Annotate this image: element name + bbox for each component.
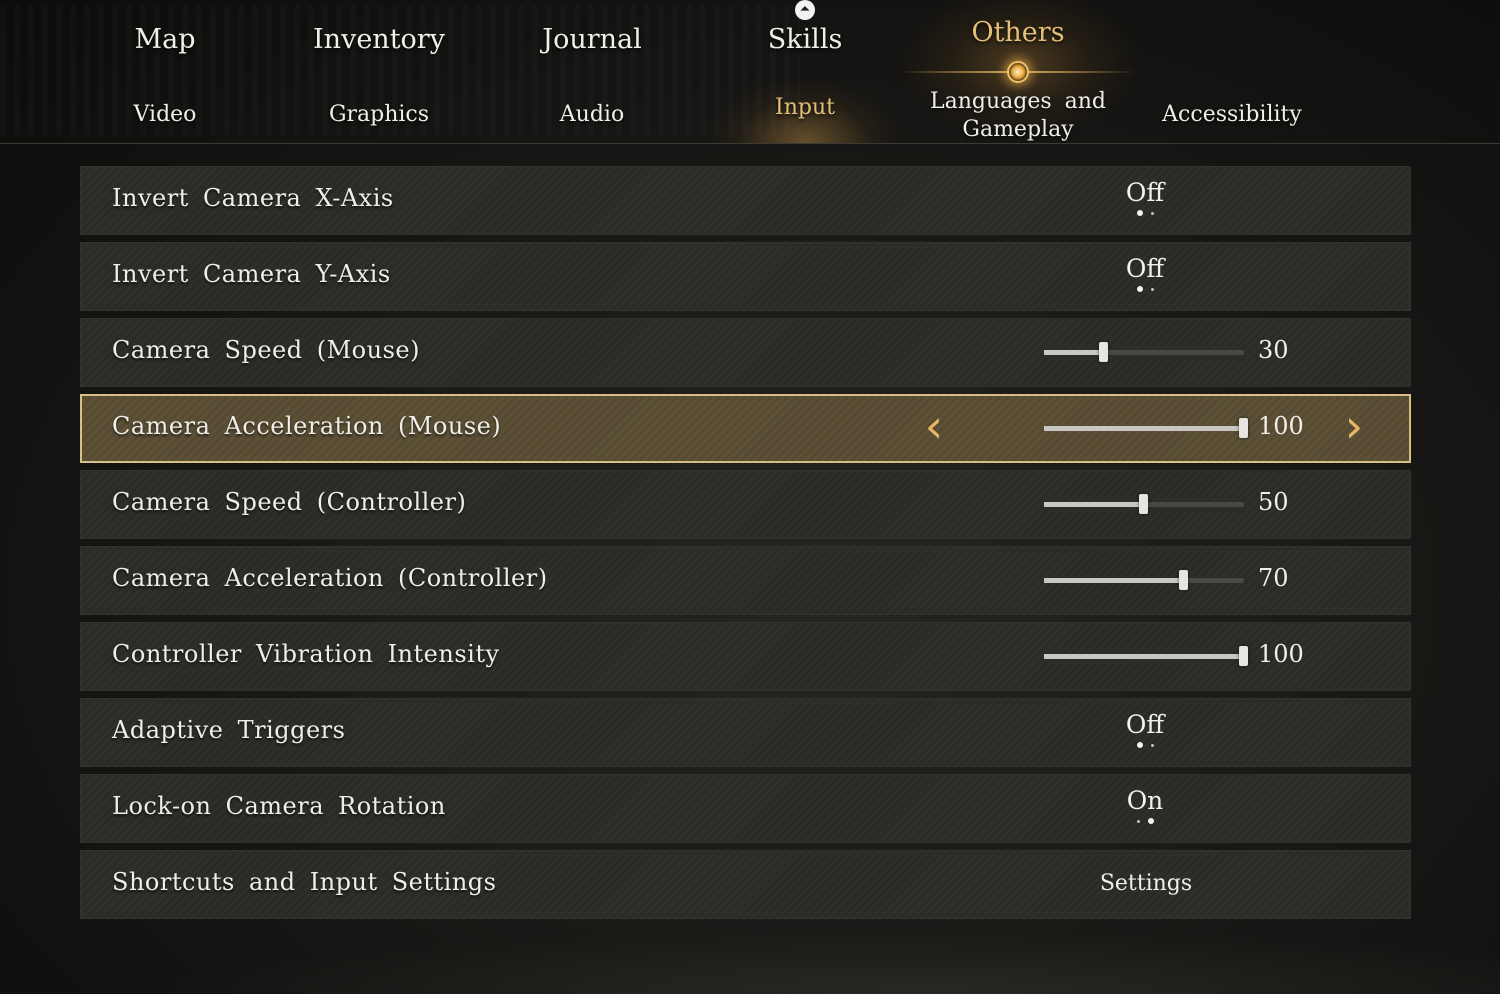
tab-inventory[interactable]: Inventory [279,24,479,55]
subtab-languages-gameplay[interactable]: Languages and Gameplay [918,88,1118,144]
slider-thumb[interactable] [1239,646,1248,666]
slider-fill [1044,654,1244,659]
tab-map[interactable]: Map [65,24,265,55]
setting-row-lockon-rotation[interactable]: Lock-on Camera Rotation On [80,774,1411,843]
subtab-graphics[interactable]: Graphics [279,102,479,127]
slider-camera-accel-controller[interactable] [1044,570,1244,590]
toggle-state-dots [1100,286,1190,296]
setting-label: Camera Acceleration (Mouse) [112,412,502,440]
toggle-lockon-rotation[interactable]: On [1100,786,1190,828]
toggle-value: Off [1125,178,1165,207]
slider-fill [1044,502,1144,507]
setting-row-adaptive-triggers[interactable]: Adaptive Triggers Off [80,698,1411,767]
toggle-value: On [1126,786,1164,815]
chevron-left-icon[interactable]: ‹ [914,403,954,450]
setting-row-invert-x[interactable]: Invert Camera X-Axis Off [80,166,1411,235]
toggle-state-dots [1100,818,1190,828]
setting-label: Adaptive Triggers [112,716,346,744]
slider-camera-speed-mouse[interactable] [1044,342,1244,362]
slider-camera-accel-mouse[interactable] [1044,418,1248,438]
toggle-invert-y[interactable]: Off [1100,254,1190,296]
toggle-adaptive-triggers[interactable]: Off [1100,710,1190,752]
setting-row-camera-accel-mouse[interactable]: Camera Acceleration (Mouse) ‹ 100 › [80,394,1411,463]
toggle-state-dots [1100,210,1190,220]
top-nav: Map Inventory Journal ⏶ Skills Others [0,0,1500,140]
slider-thumb[interactable] [1239,418,1248,438]
slider-value: 30 [1258,336,1289,364]
setting-row-camera-accel-controller[interactable]: Camera Acceleration (Controller) 70 [80,546,1411,615]
slider-thumb[interactable] [1139,494,1148,514]
setting-label: Shortcuts and Input Settings [112,868,497,896]
tab-others[interactable]: Others [918,17,1118,48]
shortcuts-settings-button[interactable]: Settings [1084,871,1208,896]
setting-row-invert-y[interactable]: Invert Camera Y-Axis Off [80,242,1411,311]
setting-label: Camera Speed (Controller) [112,488,467,516]
toggle-value: Off [1125,254,1165,283]
slider-value: 50 [1258,488,1289,516]
subtab-input[interactable]: Input [705,95,905,120]
slider-value: 70 [1258,564,1289,592]
active-tab-indicator-icon [1007,61,1029,83]
setting-label: Invert Camera Y-Axis [112,260,391,288]
slider-value: 100 [1258,412,1304,440]
subtab-video[interactable]: Video [65,102,265,127]
chevron-right-icon[interactable]: › [1334,403,1374,450]
background-scenery [0,920,1500,994]
toggle-state-dots [1100,742,1190,752]
slider-vibration-intensity[interactable] [1044,646,1248,666]
setting-row-shortcuts[interactable]: Shortcuts and Input Settings Settings [80,850,1411,919]
slider-fill [1044,426,1244,431]
skills-notification-icon: ⏶ [795,0,815,20]
slider-thumb[interactable] [1099,342,1108,362]
setting-label: Camera Acceleration (Controller) [112,564,548,592]
setting-row-camera-speed-controller[interactable]: Camera Speed (Controller) 50 [80,470,1411,539]
slider-fill [1044,578,1184,583]
setting-label: Controller Vibration Intensity [112,640,500,668]
tab-skills[interactable]: Skills [705,24,905,55]
subtab-audio[interactable]: Audio [492,102,692,127]
setting-row-camera-speed-mouse[interactable]: Camera Speed (Mouse) 30 [80,318,1411,387]
toggle-value: Off [1125,710,1165,739]
slider-fill [1044,350,1104,355]
nav-divider [0,143,1500,144]
subtab-accessibility[interactable]: Accessibility [1132,102,1332,127]
slider-thumb[interactable] [1179,570,1188,590]
setting-label: Lock-on Camera Rotation [112,792,446,820]
setting-label: Invert Camera X-Axis [112,184,394,212]
slider-camera-speed-controller[interactable] [1044,494,1244,514]
setting-row-vibration-intensity[interactable]: Controller Vibration Intensity 100 [80,622,1411,691]
setting-label: Camera Speed (Mouse) [112,336,420,364]
settings-list: Invert Camera X-Axis Off Invert Camera Y… [80,166,1411,926]
tab-journal[interactable]: Journal [492,24,692,55]
toggle-invert-x[interactable]: Off [1100,178,1190,220]
slider-value: 100 [1258,640,1304,668]
